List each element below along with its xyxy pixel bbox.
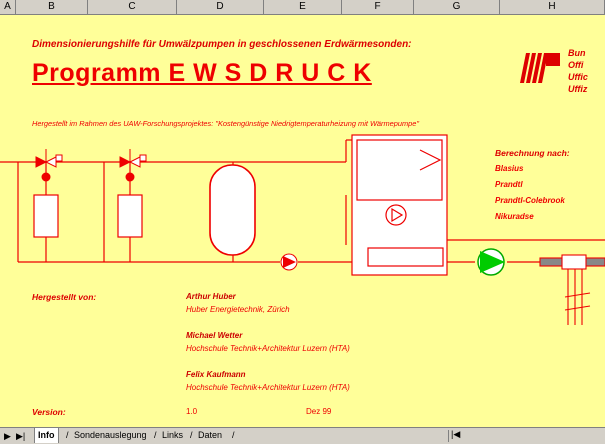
column-header-h[interactable]: H — [500, 0, 605, 14]
person-name: Arthur Huber — [186, 292, 236, 301]
probe-circulation-pump — [477, 248, 505, 276]
column-header-f[interactable]: F — [342, 0, 414, 14]
tab-separator: / — [66, 430, 69, 440]
person-name: Michael Wetter — [186, 331, 243, 340]
sheet-subtitle: Dimensionierungshilfe für Umwälzpumpen i… — [32, 39, 412, 50]
person-organization: Hochschule Technik+Architektur Luzern (H… — [186, 344, 350, 353]
column-header-b[interactable]: B — [16, 0, 88, 14]
person-organization: Huber Energietechnik, Zürich — [186, 305, 290, 314]
calc-method-prandtl-colebrook: Prandtl-Colebrook — [495, 196, 565, 205]
program-title: Programm E W S D R U C K — [32, 59, 372, 87]
tab-scroll-next-icon[interactable]: ▶ — [4, 430, 11, 442]
logo-line: Bun — [568, 48, 586, 58]
calculation-heading: Berechnung nach: — [495, 148, 570, 158]
circulation-pump-small — [280, 253, 298, 271]
calc-method-blasius: Blasius — [495, 164, 524, 173]
heat-pump-unit — [351, 134, 448, 276]
logo-line: Uffiz — [568, 84, 588, 94]
made-by-label: Hergestellt von: — [32, 292, 97, 302]
logo-emblem — [520, 53, 560, 83]
heat-consumer-2 — [117, 194, 143, 238]
version-value: 1.0 — [186, 407, 198, 416]
tab-scroll-last-icon[interactable]: ▶| — [16, 430, 25, 442]
column-header-d[interactable]: D — [177, 0, 264, 14]
calc-method-nikuradse: Nikuradse — [495, 212, 534, 221]
person-organization: Hochschule Technik+Architektur Luzern (H… — [186, 383, 350, 392]
version-label: Version: — [32, 407, 66, 417]
scroll-left-icon[interactable]: |◀ — [451, 429, 460, 440]
sheet-tab-bar: ▶ ▶| Info / Sondenauslegung / Links / Da… — [0, 427, 605, 444]
heat-consumer-1 — [33, 194, 59, 238]
tab-sondenauslegung[interactable]: Sondenauslegung — [74, 428, 147, 443]
logo-line: Uffic — [568, 72, 588, 82]
column-header-a[interactable]: A — [0, 0, 16, 14]
tab-links[interactable]: Links — [162, 428, 183, 443]
tab-separator: / — [232, 430, 235, 440]
tab-info[interactable]: Info — [34, 428, 59, 443]
version-date: Dez 99 — [306, 407, 332, 416]
calc-method-prandtl: Prandtl — [495, 180, 523, 189]
logo-line: Offi — [568, 60, 584, 70]
person-name: Felix Kaufmann — [186, 370, 246, 379]
worksheet-area[interactable]: Dimensionierungshilfe für Umwälzpumpen i… — [0, 15, 605, 427]
column-header-e[interactable]: E — [264, 0, 342, 14]
logo-text: Bun Offi Uffic Uffiz — [568, 47, 588, 95]
column-header-g[interactable]: G — [414, 0, 500, 14]
column-header-c[interactable]: C — [88, 0, 177, 14]
column-header-row: A B C D E F G H — [0, 0, 605, 15]
borehole-probe — [539, 254, 605, 325]
horizontal-scrollbar[interactable]: |◀ — [448, 429, 605, 442]
mixing-valve-1 — [35, 149, 63, 182]
tab-separator: / — [154, 430, 157, 440]
mixing-valve-2 — [119, 149, 147, 182]
buffer-tank — [209, 164, 256, 256]
tab-daten[interactable]: Daten — [198, 428, 222, 443]
tab-separator: / — [190, 430, 193, 440]
